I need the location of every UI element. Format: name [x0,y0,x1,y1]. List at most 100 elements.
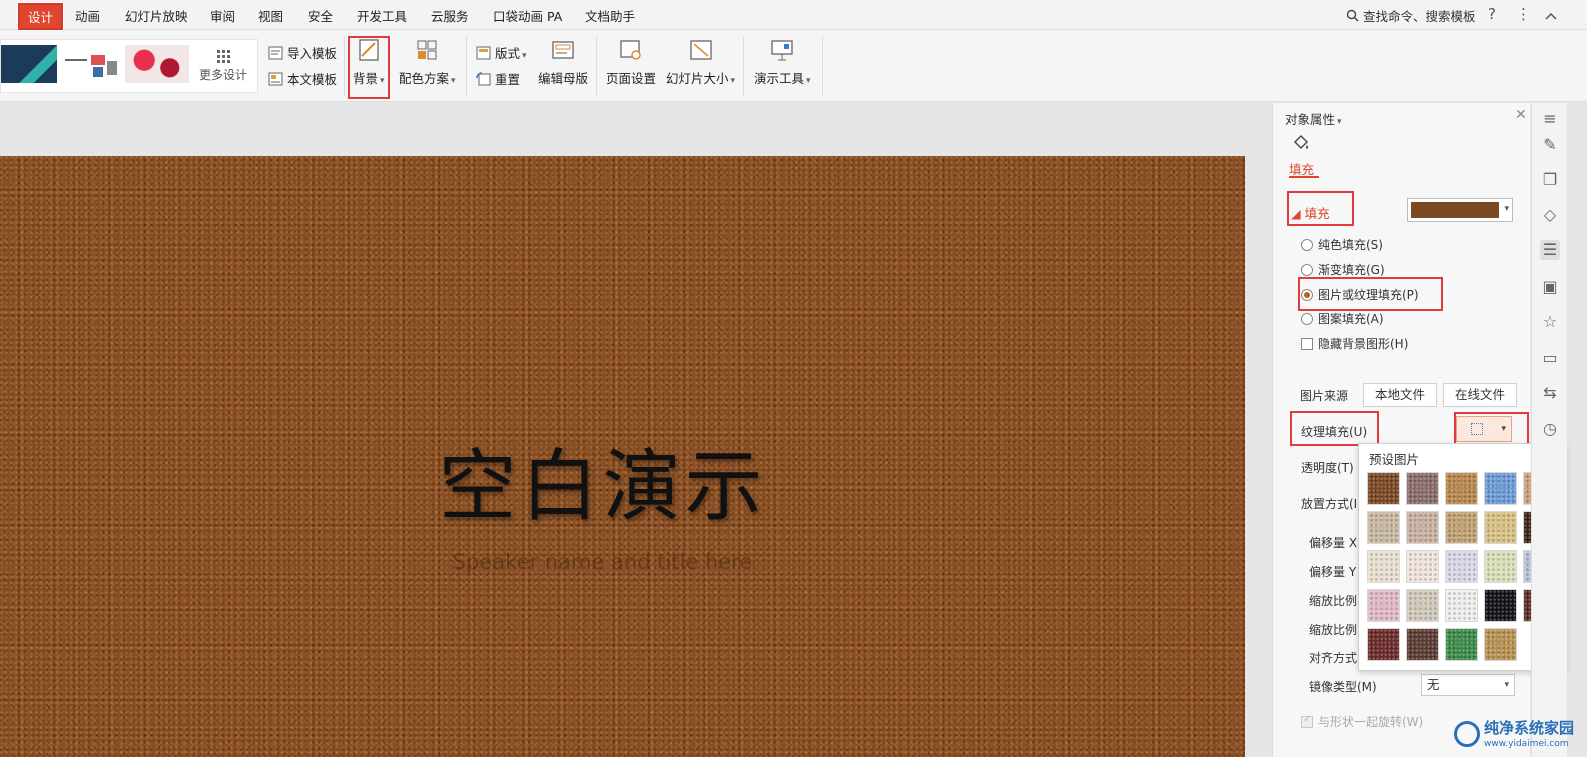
offset-y-label: 偏移量 Y [1309,565,1357,579]
chevron-down-icon: ▾ [1504,680,1509,690]
offset-x-label: 偏移量 X [1309,536,1358,550]
online-file-button[interactable]: 在线文件 [1443,383,1517,407]
texture-fill-label: 纹理填充(U) [1301,425,1368,439]
import-template-icon [268,46,283,59]
texture-swatch[interactable] [1367,589,1400,622]
texture-swatch[interactable] [1367,511,1400,544]
mirror-type-select[interactable]: 无 ▾ [1421,674,1515,696]
text-template-button[interactable]: 本文模板 [268,69,337,88]
ribbon-separator [344,36,345,96]
local-file-button[interactable]: 本地文件 [1363,383,1437,407]
menu-doc-assistant[interactable]: 文档助手 [585,6,635,25]
text-template-icon [268,72,283,85]
slide-subtitle[interactable]: Speaker name and title here [0,550,1205,574]
fill-color-dropdown[interactable]: ▾ [1407,198,1513,222]
collapse-ribbon-icon[interactable] [1545,7,1557,25]
texture-swatch[interactable] [1445,628,1478,661]
radio-pattern-fill[interactable]: 图案填充(A) [1301,310,1384,327]
menu-animation[interactable]: 动画 [75,6,100,25]
menu-bar: 设计 动画 幻灯片放映 审阅 视图 安全 开发工具 云服务 口袋动画 PA 文档… [0,0,1587,31]
menu-review[interactable]: 审阅 [210,6,235,25]
chevron-down-icon: ▾ [1501,424,1506,434]
close-icon[interactable]: ✕ [1515,107,1527,123]
page-setup-button[interactable]: 页面设置 [606,38,656,87]
checkbox-hide-background[interactable]: 隐藏背景图形(H) [1301,335,1408,352]
properties-icon[interactable]: ☰ [1540,240,1560,260]
menu-lines-icon[interactable]: ≡ [1540,109,1560,129]
texture-swatch[interactable] [1406,550,1439,583]
fill-section-header[interactable]: ◢ 填充 [1291,203,1330,222]
search-label: 查找命令、搜索模板 [1363,9,1476,24]
template-thumb-2[interactable] [61,45,121,83]
menu-pocket-animation[interactable]: 口袋动画 PA [493,6,562,25]
menu-cloud[interactable]: 云服务 [431,6,469,25]
watermark-title: 纯净系统家园 [1484,719,1575,737]
grid-icon [216,50,230,63]
menu-design[interactable]: 设计 [16,2,65,31]
template-thumb-1[interactable] [1,45,57,83]
ribbon-separator [466,36,467,96]
texture-swatch[interactable] [1406,628,1439,661]
layout-button[interactable]: 版式 [476,43,527,62]
archive-icon[interactable]: ▭ [1540,348,1560,368]
menu-view[interactable]: 视图 [258,6,283,25]
texture-swatch[interactable] [1484,628,1517,661]
slide-title[interactable]: 空白演示 [0,424,1205,536]
template-thumb-3[interactable] [125,45,189,83]
color-scheme-button[interactable]: 配色方案 [399,38,456,87]
ribbon-separator [743,36,744,96]
texture-swatch[interactable] [1484,511,1517,544]
picture-source-label: 图片来源 [1300,389,1349,403]
reset-button[interactable]: 重置 [476,69,520,88]
presentation-tools-icon [771,40,793,61]
slide-size-icon [689,40,712,60]
texture-swatch[interactable] [1367,472,1400,505]
texture-swatch[interactable] [1406,589,1439,622]
fill-bucket-icon[interactable] [1291,133,1311,153]
import-template-button[interactable]: 导入模板 [268,43,337,62]
panel-title[interactable]: 对象属性 [1285,109,1342,128]
right-side-toolbar: ≡ ✎ ❐ ◇ ☰ ▣ ☆ ▭ ⇆ ◷ [1531,103,1567,757]
radio-solid-fill[interactable]: 纯色填充(S) [1301,236,1383,253]
slide-canvas[interactable]: 空白演示 Speaker name and title here [0,156,1245,757]
texture-swatch[interactable] [1445,511,1478,544]
texture-swatch[interactable] [1367,550,1400,583]
radio-gradient-fill[interactable]: 渐变填充(G) [1301,261,1385,278]
texture-swatch[interactable] [1367,628,1400,661]
slide-size-button[interactable]: 幻灯片大小 [666,38,735,87]
layout-icon [476,46,491,59]
history-icon[interactable]: ◷ [1540,419,1560,439]
more-icon[interactable]: ⋮ [1516,5,1531,23]
texture-swatch[interactable] [1406,472,1439,505]
background-button[interactable]: 背景 [353,38,385,87]
presentation-tools-button[interactable]: 演示工具 [754,38,811,87]
star-icon[interactable]: ☆ [1540,312,1560,332]
menu-security[interactable]: 安全 [308,6,333,25]
color-scheme-icon [417,40,437,60]
pin-icon[interactable]: ✎ [1540,135,1560,155]
texture-fill-dropdown[interactable]: ▾ [1456,416,1512,442]
texture-swatch[interactable] [1484,589,1517,622]
texture-swatch[interactable] [1406,511,1439,544]
texture-preview-icon [1471,423,1483,435]
radio-picture-texture-fill[interactable]: 图片或纹理填充(P) [1301,286,1419,303]
texture-swatch[interactable] [1445,550,1478,583]
placement-label: 放置方式(I) [1301,497,1362,511]
checkbox-rotate-with-shape[interactable]: 与形状一起旋转(W) [1301,713,1423,730]
shapes-icon[interactable]: ◇ [1540,205,1560,225]
edit-master-button[interactable]: 编辑母版 [538,38,588,87]
command-search[interactable]: 查找命令、搜索模板 [1346,6,1476,25]
more-designs-button[interactable]: 更多设计 [197,50,249,83]
share-icon[interactable]: ⇆ [1540,383,1560,403]
texture-swatch[interactable] [1484,472,1517,505]
menu-developer[interactable]: 开发工具 [357,6,407,25]
copy-icon[interactable]: ❐ [1540,170,1560,190]
mirror-type-label: 镜像类型(M) [1309,680,1377,694]
texture-swatch[interactable] [1445,472,1478,505]
help-icon[interactable]: ? [1488,5,1496,23]
texture-swatch[interactable] [1484,550,1517,583]
menu-slideshow[interactable]: 幻灯片放映 [125,6,188,25]
texture-swatch[interactable] [1445,589,1478,622]
chevron-down-icon: ▾ [1504,204,1509,214]
image-icon[interactable]: ▣ [1540,277,1560,297]
